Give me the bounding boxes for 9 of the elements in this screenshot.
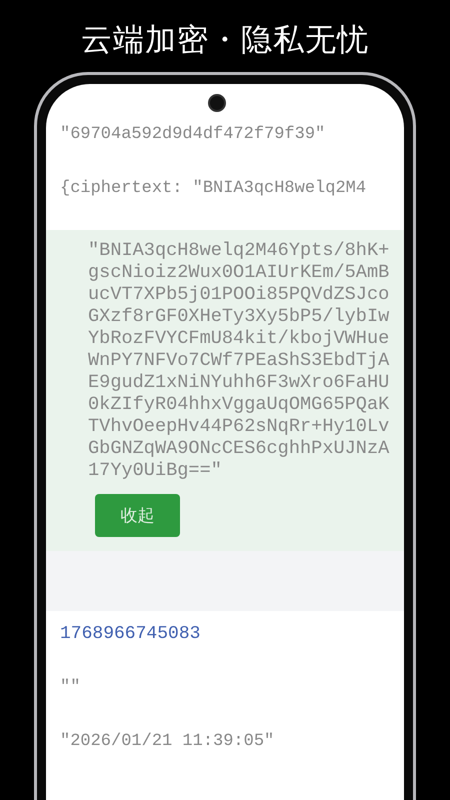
number-text: 1768966745083 <box>59 623 202 645</box>
promo-title: 云端加密・隐私无忧 <box>81 21 369 60</box>
value-text: "69704a592d9d4df472f79f39" <box>59 124 326 146</box>
collapse-button[interactable]: 收起 <box>95 494 180 537</box>
value-text: "" <box>59 677 82 699</box>
value-text: {ciphertext: "BNIA3qcH8welq2M4 <box>59 178 368 200</box>
ciphertext-text: "BNIA3qcH8welq2M46Ypts/8hK+ gscNioiz2Wux0O1AIUrKEm/5AmB ucVT7XPb5j01POOi85PQVdZSJco GXzf8rGF0XHeTy3Xy5bP5/lybIw YbRozFVYCFmU84kit/kbojVWHue WnPY7NFVo7CWf7PEaShS3EbdTjA E9gudZ1xNiNYuhh6F3wXro6FaHU 0kZIfyR04hhxVggaUqOMG65PQaK TVhvOeepHv44P62sNqRr+Hy10Lv GbGNZqWA9ONcCES6cghhPxUJNzA 17Yy0UiBg==" <box>88 240 390 482</box>
camera-icon <box>208 94 226 112</box>
value-text: "2026/01/21 11:39:05" <box>59 731 276 753</box>
